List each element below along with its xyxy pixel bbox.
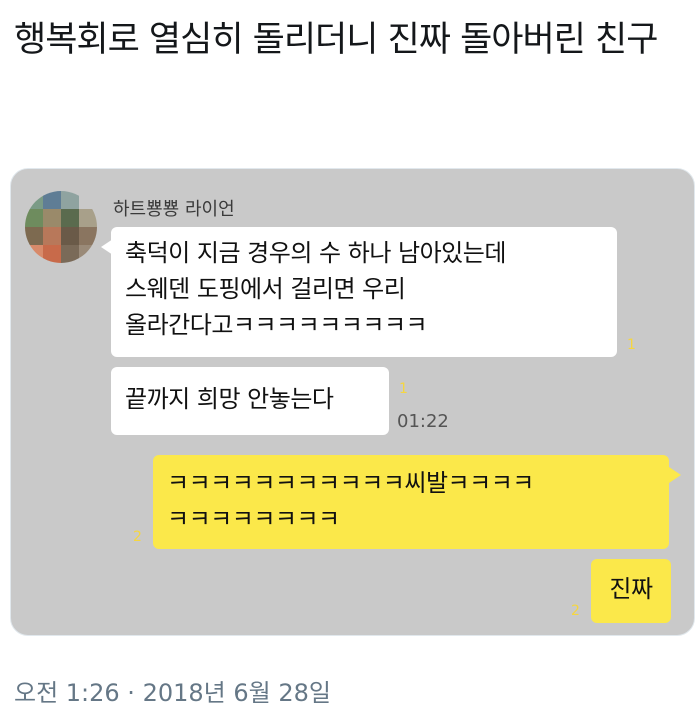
message-line: ㅋㅋㅋㅋㅋㅋㅋㅋㅋㅋㅋ씨발ㅋㅋㅋㅋ bbox=[167, 469, 534, 497]
bubble-tail bbox=[101, 239, 113, 255]
message-bubble-outgoing: 진짜 bbox=[591, 559, 671, 623]
message-bubble-incoming: 축덕이 지금 경우의 수 하나 남아있는데 스웨덴 도핑에서 걸리면 우리 올라… bbox=[111, 227, 617, 357]
message-bubble-incoming: 끝까지 희망 안놓는다 bbox=[111, 367, 389, 435]
chat-screenshot: 하트뿅뿅 라이언 축덕이 지금 경우의 수 하나 남아있는데 스웨덴 도핑에서 … bbox=[10, 168, 695, 636]
unread-count: 1 bbox=[399, 381, 408, 397]
tweet-text: 행복회로 열심히 돌리더니 진짜 돌아버린 친구 bbox=[14, 20, 658, 60]
tweet-timestamp[interactable]: 오전 1:26 · 2018년 6월 28일 bbox=[14, 673, 331, 708]
message-time: 01:22 bbox=[397, 411, 449, 432]
message-line: 진짜 bbox=[609, 575, 653, 603]
message-bubble-outgoing: ㅋㅋㅋㅋㅋㅋㅋㅋㅋㅋㅋ씨발ㅋㅋㅋㅋ ㅋㅋㅋㅋㅋㅋㅋㅋ bbox=[153, 455, 669, 549]
message-line: ㅋㅋㅋㅋㅋㅋㅋㅋ bbox=[167, 505, 340, 533]
message-line: 올라간다고ㅋㅋㅋㅋㅋㅋㅋㅋㅋ bbox=[125, 311, 428, 339]
unread-count: 2 bbox=[571, 603, 580, 619]
message-line: 축덕이 지금 경우의 수 하나 남아있는데 bbox=[125, 239, 506, 267]
avatar bbox=[25, 191, 97, 263]
bubble-tail bbox=[669, 467, 681, 483]
message-line: 끝까지 희망 안놓는다 bbox=[125, 385, 334, 413]
sender-name: 하트뿅뿅 라이언 bbox=[113, 199, 235, 220]
unread-count: 2 bbox=[133, 529, 142, 545]
unread-count: 1 bbox=[627, 337, 636, 353]
message-line: 스웨덴 도핑에서 걸리면 우리 bbox=[125, 275, 406, 303]
